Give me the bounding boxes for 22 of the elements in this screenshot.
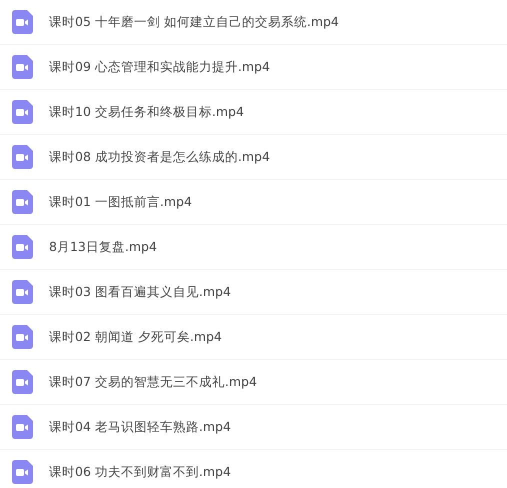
video-file-icon [12, 10, 33, 34]
video-file-icon [12, 325, 33, 349]
video-file-icon [12, 235, 33, 259]
file-name[interactable]: 课时04 老马识图轻车熟路.mp4 [49, 418, 231, 436]
video-file-icon [12, 370, 33, 394]
file-name[interactable]: 课时05 十年磨一剑 如何建立自己的交易系统.mp4 [49, 14, 339, 30]
video-file-icon [12, 145, 33, 169]
video-file-icon [12, 280, 33, 304]
video-file-icon [12, 190, 33, 214]
file-name[interactable]: 课时02 朝闻道 夕死可矣.mp4 [49, 328, 222, 346]
file-name[interactable]: 课时09 心态管理和实战能力提升.mp4 [49, 58, 270, 76]
file-name[interactable]: 8月13日复盘.mp4 [49, 238, 157, 256]
file-name[interactable]: 课时10 交易任务和终极目标.mp4 [49, 104, 244, 120]
file-name[interactable]: 课时03 图看百遍其义自见.mp4 [49, 284, 231, 300]
file-name[interactable]: 课时08 成功投资者是怎么练成的.mp4 [49, 148, 270, 166]
video-file-icon [12, 415, 33, 439]
video-file-icon [12, 55, 33, 79]
video-file-icon [12, 460, 33, 484]
file-name[interactable]: 课时07 交易的智慧无三不成礼.mp4 [49, 374, 257, 390]
file-name[interactable]: 课时06 功夫不到财富不到.mp4 [49, 464, 231, 480]
video-file-icon [12, 100, 33, 124]
file-name[interactable]: 课时01 一图抵前言.mp4 [49, 194, 192, 210]
